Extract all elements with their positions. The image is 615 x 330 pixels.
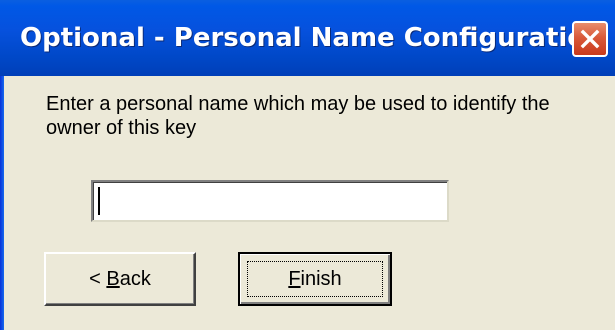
finish-button-label: inish [300,267,342,290]
finish-button-mnemonic: F [288,267,301,290]
dialog-window: Optional - Personal Name Configuration E… [0,0,615,330]
close-icon [580,29,600,49]
text-caret [98,187,100,215]
window-border [0,76,4,330]
back-button-label: ack [119,267,151,290]
back-button[interactable]: < Back [44,252,196,306]
back-button-mnemonic: B [106,267,120,290]
close-button[interactable] [572,21,608,57]
window-title: Optional - Personal Name Configuration [20,23,604,53]
back-button-prefix: < [89,267,107,290]
instruction-text: Enter a personal name which may be used … [46,93,550,139]
finish-button[interactable]: Finish [238,252,392,306]
title-bar[interactable]: Optional - Personal Name Configuration [0,0,615,76]
personal-name-input[interactable] [91,180,449,222]
